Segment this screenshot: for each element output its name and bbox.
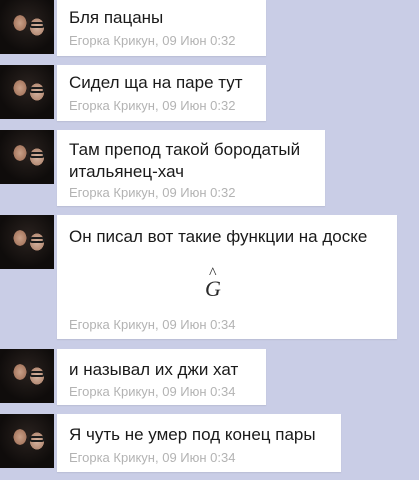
- message-meta: Егорка Крикун, 09 Июн 0:34: [69, 384, 235, 399]
- message-bubble[interactable]: Я чуть не умер под конец пары Егорка Кри…: [57, 414, 341, 472]
- message-text-line-2: итальянец-хач: [69, 162, 185, 181]
- formula-image[interactable]: G: [205, 277, 221, 301]
- message-bubble[interactable]: Там препод такой бородатый итальянец-хач…: [57, 130, 325, 206]
- avatar[interactable]: [0, 65, 54, 119]
- message-meta: Егорка Крикун, 09 Июн 0:32: [69, 185, 235, 200]
- message-text: Я чуть не умер под конец пары: [69, 425, 316, 444]
- avatar[interactable]: [0, 130, 54, 184]
- author-name[interactable]: Егорка Крикун: [69, 450, 155, 465]
- author-name[interactable]: Егорка Крикун: [69, 185, 155, 200]
- message-time: 09 Июн 0:34: [162, 384, 236, 399]
- author-name[interactable]: Егорка Крикун: [69, 317, 155, 332]
- message-bubble[interactable]: Бля пацаны Егорка Крикун, 09 Июн 0:32: [57, 0, 266, 56]
- message-meta: Егорка Крикун, 09 Июн 0:32: [69, 33, 235, 48]
- author-name[interactable]: Егорка Крикун: [69, 384, 155, 399]
- message-text: Он писал вот такие функции на доске: [69, 227, 368, 246]
- message-text-line-1: Там препод такой бородатый: [69, 140, 301, 159]
- avatar[interactable]: [0, 215, 54, 269]
- message-text: Сидел ща на паре тут: [69, 73, 243, 92]
- author-name[interactable]: Егорка Крикун: [69, 33, 155, 48]
- avatar[interactable]: [0, 414, 54, 468]
- message-time: 09 Июн 0:32: [162, 98, 236, 113]
- message-bubble[interactable]: Он писал вот такие функции на доске ^ G …: [57, 215, 397, 339]
- message-meta: Егорка Крикун, 09 Июн 0:32: [69, 98, 235, 113]
- message-meta: Егорка Крикун, 09 Июн 0:34: [69, 317, 235, 332]
- avatar[interactable]: [0, 349, 54, 403]
- avatar[interactable]: [0, 0, 54, 54]
- message-time: 09 Июн 0:34: [162, 317, 236, 332]
- message-text: Бля пацаны: [69, 8, 164, 27]
- message-text: и называл их джи хат: [69, 360, 239, 379]
- message-time: 09 Июн 0:32: [162, 33, 236, 48]
- message-bubble[interactable]: Сидел ща на паре тут Егорка Крикун, 09 И…: [57, 65, 266, 121]
- message-meta: Егорка Крикун, 09 Июн 0:34: [69, 450, 235, 465]
- author-name[interactable]: Егорка Крикун: [69, 98, 155, 113]
- message-time: 09 Июн 0:34: [162, 450, 236, 465]
- message-bubble[interactable]: и называл их джи хат Егорка Крикун, 09 И…: [57, 349, 266, 405]
- message-time: 09 Июн 0:32: [162, 185, 236, 200]
